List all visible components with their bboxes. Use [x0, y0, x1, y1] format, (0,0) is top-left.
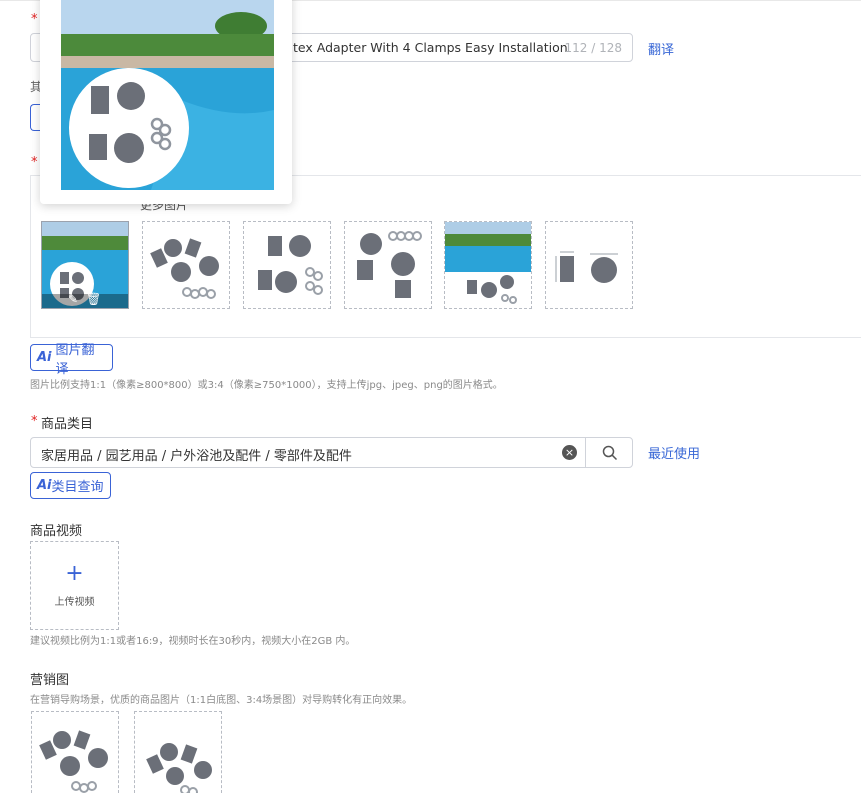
product-image-5[interactable]: [444, 221, 532, 309]
category-query-label: 类目查询: [51, 480, 104, 495]
required-mark: *: [31, 414, 38, 429]
marketing-image-1[interactable]: [31, 711, 119, 793]
marketing-hint: 在营销导购场景，优质的商品图片（1:1白底图、3:4场景图）对导购转化有正向效果…: [30, 695, 413, 706]
category-select[interactable]: 家居用品 / 园艺用品 / 户外浴池及配件 / 零部件及配件 ×: [30, 437, 633, 468]
product-image-4[interactable]: [344, 221, 432, 309]
product-image-6[interactable]: [545, 221, 633, 309]
image-preview-popup: [40, 0, 292, 204]
category-label: 商品类目: [41, 417, 94, 432]
image-translate-label: 图片翻译: [55, 342, 95, 377]
image-translate-button[interactable]: Ai 图片翻译: [30, 343, 113, 377]
ai-icon: Ai: [37, 350, 52, 365]
product-image-2[interactable]: [142, 221, 230, 309]
product-image-1[interactable]: ✎ 🗑: [41, 221, 129, 309]
video-label: 商品视频: [30, 524, 83, 539]
marketing-label: 营销图: [30, 673, 70, 688]
marketing-image-2[interactable]: [134, 711, 222, 793]
required-mark: *: [31, 155, 38, 170]
category-search-button[interactable]: [585, 438, 634, 467]
title-input-value: tex Adapter With 4 Clamps Easy Installat…: [293, 40, 568, 55]
image-format-hint: 图片比例支持1:1（像素≥800*800）或3:4（像素≥750*1000），支…: [30, 380, 503, 391]
title-char-counter: 112 / 128: [564, 41, 622, 55]
video-upload-label: 上传视频: [54, 597, 95, 608]
video-upload[interactable]: + 上传视频: [30, 541, 119, 630]
search-icon: [602, 445, 618, 460]
delete-icon[interactable]: 🗑: [86, 292, 101, 306]
category-query-button[interactable]: Ai 类目查询: [30, 472, 111, 499]
category-value: 家居用品 / 园艺用品 / 户外浴池及配件 / 零部件及配件: [41, 449, 352, 464]
translate-link[interactable]: 翻译: [648, 39, 674, 58]
required-mark: *: [31, 12, 38, 27]
edit-icon[interactable]: ✎: [68, 292, 78, 306]
preview-image: [61, 0, 274, 190]
product-image-3[interactable]: [243, 221, 331, 309]
clear-icon[interactable]: ×: [562, 445, 577, 460]
video-hint: 建议视频比例为1:1或者16:9，视频时长在30秒内，视频大小在2GB 内。: [30, 636, 356, 647]
recent-used-link[interactable]: 最近使用: [648, 443, 700, 462]
ai-icon: Ai: [37, 478, 52, 493]
plus-icon: +: [65, 561, 84, 586]
